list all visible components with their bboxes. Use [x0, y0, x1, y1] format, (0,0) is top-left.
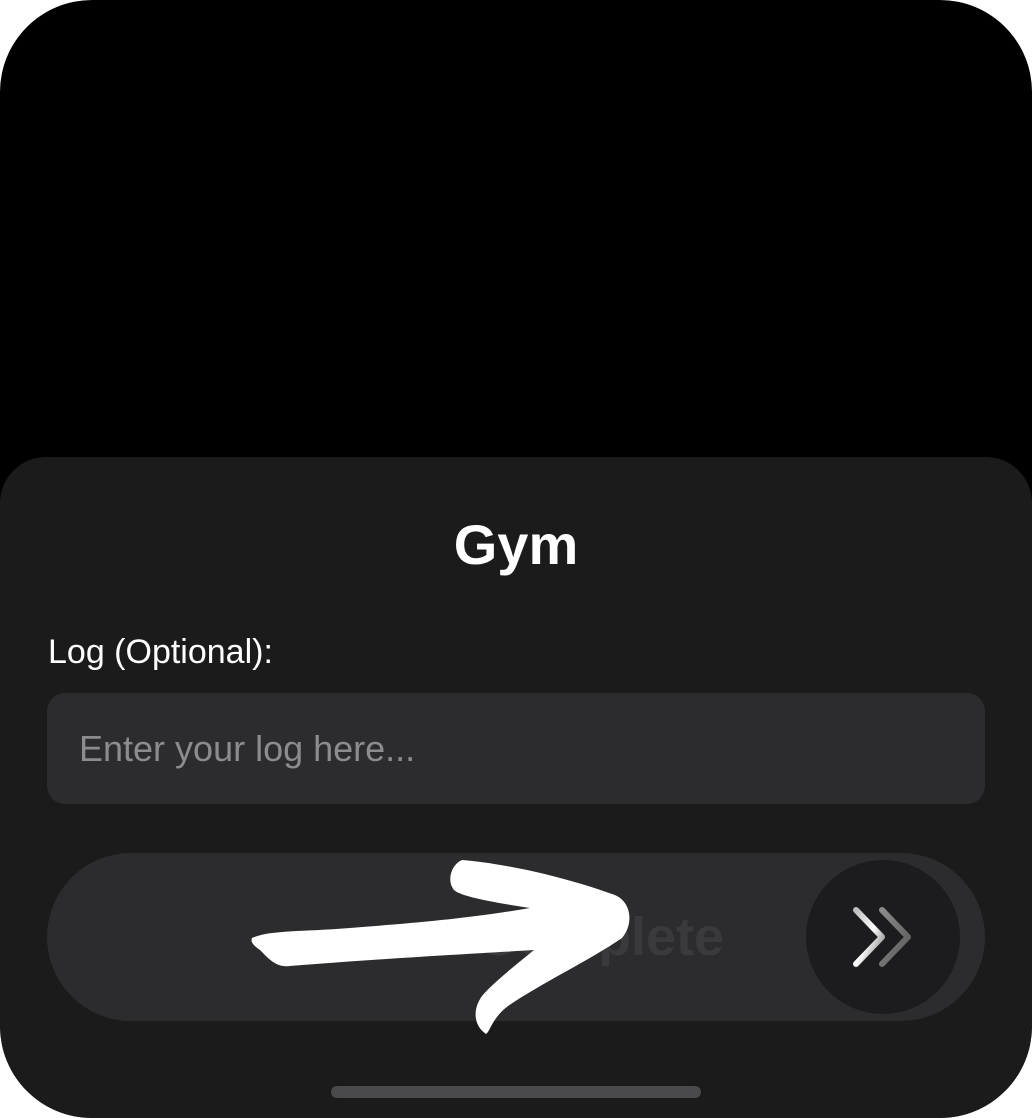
- double-chevron-right-icon: [853, 907, 911, 967]
- home-indicator[interactable]: [331, 1086, 701, 1098]
- slide-to-complete-knob[interactable]: [806, 860, 960, 1014]
- sheet-title: Gym: [453, 513, 579, 576]
- log-input[interactable]: [47, 693, 985, 804]
- phone-screen: Gym Log (Optional): Complete: [0, 0, 1032, 1118]
- log-field-label: Log (Optional):: [48, 633, 273, 671]
